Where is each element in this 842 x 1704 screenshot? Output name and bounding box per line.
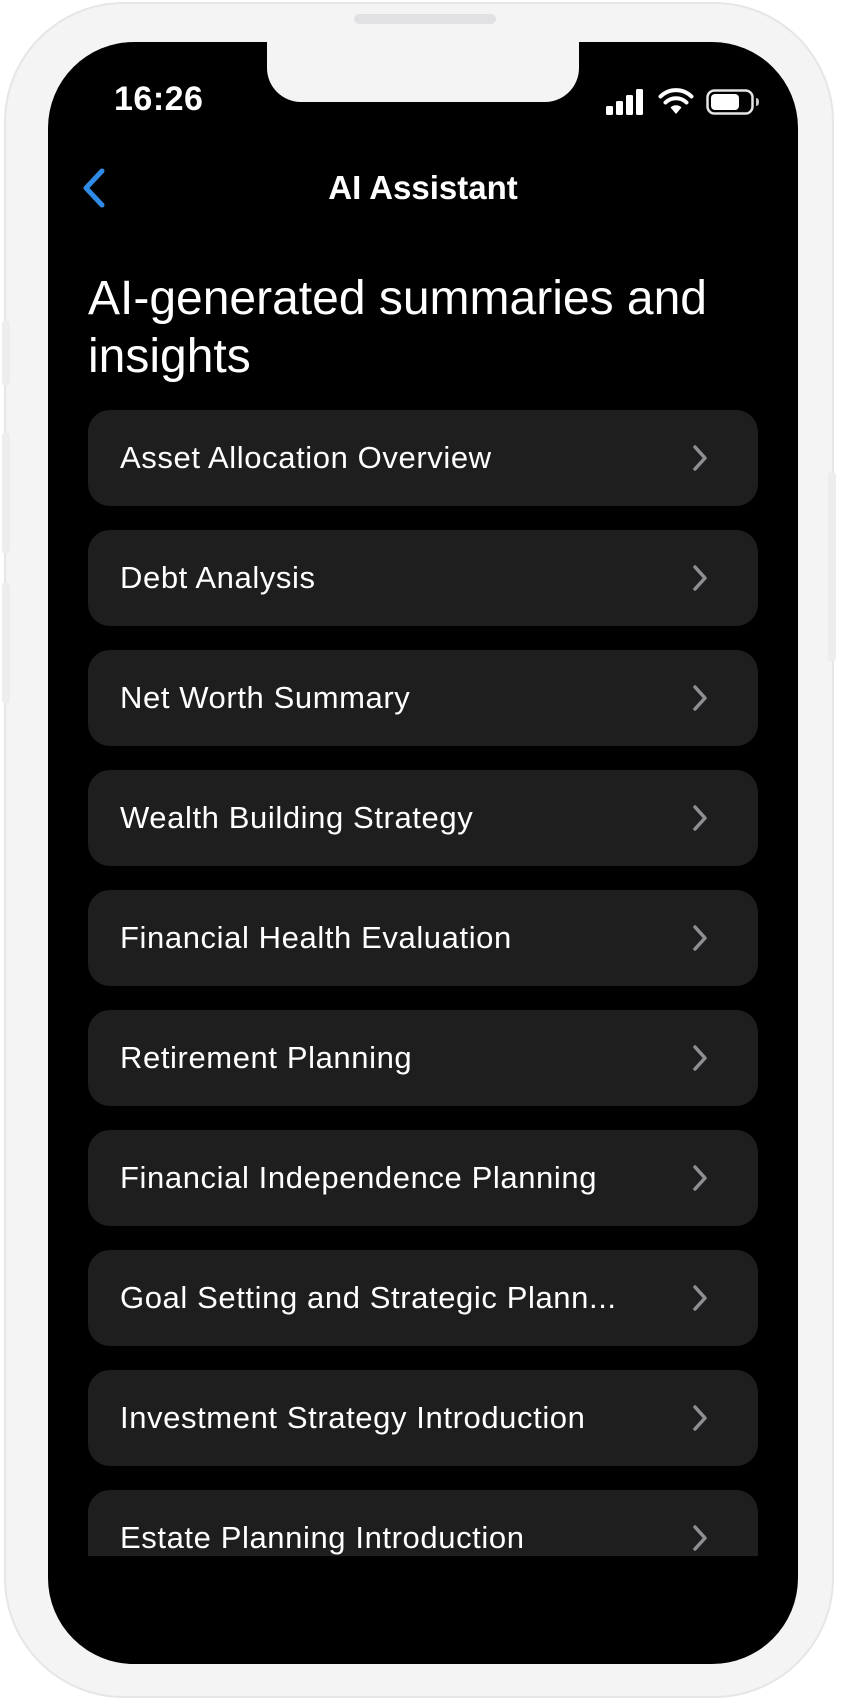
insights-list: Asset Allocation Overview Debt Analysis … — [88, 410, 758, 1556]
list-item-label: Net Worth Summary — [120, 680, 411, 715]
wifi-icon — [658, 88, 694, 114]
list-item-investment-strategy-introduction[interactable]: Investment Strategy Introduction — [88, 1370, 758, 1466]
list-item-debt-analysis[interactable]: Debt Analysis — [88, 530, 758, 626]
chevron-right-icon — [686, 1160, 714, 1196]
volume-up-button — [2, 432, 10, 554]
status-time: 16:26 — [114, 80, 204, 118]
list-item-label: Estate Planning Introduction — [120, 1520, 525, 1555]
list-item-net-worth-summary[interactable]: Net Worth Summary — [88, 650, 758, 746]
notch — [267, 42, 579, 102]
list-item-label: Retirement Planning — [120, 1040, 413, 1075]
list-item-retirement-planning[interactable]: Retirement Planning — [88, 1010, 758, 1106]
chevron-right-icon — [686, 920, 714, 956]
chevron-right-icon — [686, 1280, 714, 1316]
status-icons — [606, 88, 760, 116]
battery-icon — [706, 89, 759, 115]
list-item-financial-health-evaluation[interactable]: Financial Health Evaluation — [88, 890, 758, 986]
signal-icon — [606, 89, 643, 115]
list-item-label: Financial Independence Planning — [120, 1160, 598, 1195]
chevron-right-icon — [686, 1520, 714, 1556]
chevron-right-icon — [686, 680, 714, 716]
mute-switch — [2, 320, 10, 386]
phone-frame: 16:26 AI Assistant AI-generated summarie… — [2, 2, 836, 1698]
chevron-right-icon — [686, 440, 714, 476]
speaker-grille — [354, 14, 496, 24]
list-item-label: Investment Strategy Introduction — [120, 1400, 586, 1435]
list-item-label: Debt Analysis — [120, 560, 316, 595]
list-item-label: Asset Allocation Overview — [120, 440, 492, 475]
page-heading: AI-generated summaries and insights — [88, 272, 707, 383]
chevron-right-icon — [686, 800, 714, 836]
chevron-right-icon — [686, 1400, 714, 1436]
chevron-right-icon — [686, 1040, 714, 1076]
chevron-right-icon — [686, 560, 714, 596]
list-item-estate-planning-introduction[interactable]: Estate Planning Introduction — [88, 1490, 758, 1556]
volume-down-button — [2, 582, 10, 704]
power-button — [828, 472, 836, 662]
list-item-label: Goal Setting and Strategic Plann... — [120, 1280, 617, 1315]
list-item-goal-setting-strategic-planning[interactable]: Goal Setting and Strategic Plann... — [88, 1250, 758, 1346]
list-item-label: Financial Health Evaluation — [120, 920, 512, 955]
list-item-asset-allocation-overview[interactable]: Asset Allocation Overview — [88, 410, 758, 506]
nav-title: AI Assistant — [328, 169, 518, 206]
list-item-label: Wealth Building Strategy — [120, 800, 474, 835]
list-item-wealth-building-strategy[interactable]: Wealth Building Strategy — [88, 770, 758, 866]
list-item-financial-independence-planning[interactable]: Financial Independence Planning — [88, 1130, 758, 1226]
app-screen: 16:26 AI Assistant AI-generated summarie… — [48, 42, 798, 1664]
